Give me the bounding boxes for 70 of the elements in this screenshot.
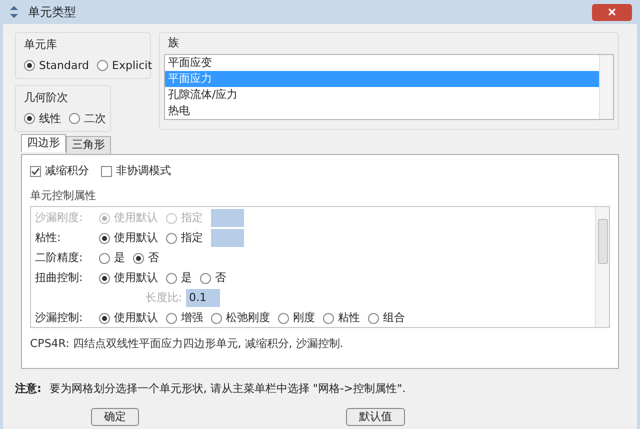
radio-label: 否 [148,250,159,266]
radio-button[interactable] [99,272,110,284]
checkbox[interactable] [101,166,112,177]
radio-button[interactable] [99,312,110,324]
row-label: 沙漏控制: [35,310,84,326]
radio-button[interactable] [368,312,379,324]
radio-button[interactable] [166,312,177,324]
list-item[interactable]: 热电 [165,102,599,118]
radio-label: Standard [39,58,90,74]
tab[interactable]: 四边形 [21,134,66,152]
row-label: 粘性: [35,230,62,246]
radio-label: 松弛刚度 [226,310,270,326]
element-description: CPS4R: 四结点双线性平面应力四边形单元, 减缩积分, 沙漏控制. [30,336,344,352]
resize-arrows-icon [8,6,20,18]
radio-button[interactable] [211,312,222,324]
radio-label: 使用默认 [114,310,158,326]
radio-button[interactable] [24,60,35,72]
radio-label: 刚度 [293,310,315,326]
radio-label: 指定 [181,210,203,226]
radio-button[interactable] [24,113,35,124]
list-item[interactable]: 孔隙流体/应力 [165,86,599,102]
row-label: 沙漏刚度: [35,210,84,226]
radio-label: Explicit [112,58,152,74]
radio-label: 指定 [181,230,203,246]
input-field[interactable] [211,209,244,227]
radio-button[interactable] [133,252,144,264]
scroll-thumb[interactable] [598,219,608,264]
note-label: 注意: [15,381,42,397]
radio-button[interactable] [200,272,211,284]
scrollbar[interactable] [599,54,613,118]
radio-button[interactable] [166,232,177,244]
radio-label: 使用默认 [114,270,158,286]
radio-button[interactable] [99,252,110,264]
check-icon [31,166,40,176]
checkbox[interactable] [30,166,41,177]
radio-label: 使用默认 [114,210,158,226]
input-field[interactable] [211,229,244,247]
close-icon [608,8,616,16]
radio-label: 线性 [39,110,61,126]
dialog-button[interactable]: 确定 [91,408,139,426]
radio-button[interactable] [97,60,108,72]
radio-label: 是 [114,250,125,266]
dialog-button[interactable]: 默认值 [346,408,405,426]
tab[interactable]: 三角形 [66,136,111,154]
radio-button[interactable] [166,272,177,284]
radio-label: 二次 [84,110,106,126]
group-title: 单元库 [24,37,58,53]
close-button[interactable] [592,4,632,20]
radio-label: 使用默认 [114,230,158,246]
row-label: 二阶精度: [35,250,84,266]
scrollbar[interactable] [595,207,609,327]
radio-label: 组合 [383,310,405,326]
checkbox-label: 非协调模式 [116,163,171,179]
note-text: 要为网格划分选择一个单元形状, 请从主菜单栏中选择 "网格->控制属性". [49,381,406,397]
window-title: 单元类型 [28,4,76,21]
group-title: 单元控制属性 [30,188,97,204]
radio-button[interactable] [323,312,334,324]
radio-label: 增强 [181,310,203,326]
radio-button[interactable] [99,232,110,244]
radio-label: 否 [215,270,226,286]
radio-button[interactable] [69,113,80,124]
row-label: 长度比: [145,290,182,306]
radio-button[interactable] [278,312,289,324]
radio-label: 是 [181,270,192,286]
list-item[interactable]: 平面应变 [165,54,599,70]
group-title: 族 [167,35,180,51]
row-label: 扭曲控制: [35,270,84,286]
radio-label: 粘性 [338,310,360,326]
group-title: 几何阶次 [24,90,69,106]
checkbox-label: 减缩积分 [45,163,89,179]
